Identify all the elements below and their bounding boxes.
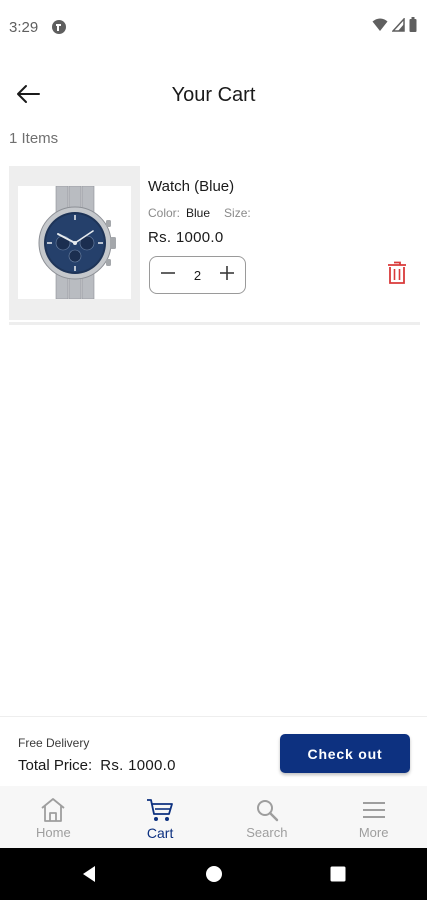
product-name: Watch (Blue) <box>148 178 235 195</box>
size-label: Size: <box>224 206 251 220</box>
product-price: Rs. 1000.0 <box>148 229 224 246</box>
system-home-button[interactable] <box>205 865 223 883</box>
system-navigation-bar <box>0 848 427 900</box>
cell-signal-icon <box>391 16 405 37</box>
nav-item-cart[interactable]: Cart <box>107 786 214 848</box>
quantity-value: 2 <box>193 267 202 283</box>
plus-icon <box>219 265 235 286</box>
circle-home-icon <box>205 866 223 887</box>
minus-icon <box>160 265 176 286</box>
checkout-button[interactable]: Check out <box>280 734 410 773</box>
color-label: Color: <box>148 206 181 220</box>
total-price: Total Price: Rs. 1000.0 <box>18 757 176 774</box>
items-count: 1 Items <box>9 130 59 147</box>
bottom-nav: Home Cart Search More <box>0 786 427 848</box>
divider <box>9 322 420 325</box>
system-recents-button[interactable] <box>329 865 347 883</box>
increase-quantity-button[interactable] <box>217 265 237 285</box>
system-back-button[interactable] <box>80 865 98 883</box>
delete-item-button[interactable] <box>385 261 409 290</box>
nav-item-search[interactable]: Search <box>214 786 321 848</box>
delivery-info: Free Delivery <box>18 736 90 750</box>
trash-icon <box>387 261 407 290</box>
status-bar: 3:29 <box>0 0 427 56</box>
product-image[interactable] <box>9 166 140 320</box>
status-icons <box>372 16 417 37</box>
home-icon <box>39 797 67 823</box>
total-price-label: Total Price: <box>18 757 93 774</box>
color-value: Blue <box>186 206 211 220</box>
status-time: 3:29 <box>9 19 39 36</box>
page-title: Your Cart <box>171 84 256 106</box>
checkout-bar: Free Delivery Total Price: Rs. 1000.0 Che… <box>0 716 427 786</box>
battery-icon <box>409 17 417 37</box>
watch-image <box>18 185 131 300</box>
total-price-value: Rs. 1000.0 <box>100 757 176 774</box>
cart-icon <box>146 797 174 823</box>
nav-label-search: Search <box>246 825 288 840</box>
app-header: Your Cart <box>0 70 427 122</box>
nav-label-cart: Cart <box>146 825 174 841</box>
triangle-back-icon <box>80 866 98 887</box>
nav-item-more[interactable]: More <box>320 786 427 848</box>
app-notification-icon <box>51 19 67 35</box>
wifi-icon <box>372 18 388 37</box>
menu-icon <box>360 797 388 823</box>
cart-item: Watch (Blue) Color: Blue Size: Rs. 1000.0 … <box>9 166 420 320</box>
nav-label-more: More <box>358 825 389 840</box>
quantity-stepper: 2 <box>149 256 246 294</box>
nav-label-home: Home <box>36 825 71 840</box>
search-icon <box>253 797 281 823</box>
decrease-quantity-button[interactable] <box>158 265 178 285</box>
nav-item-home[interactable]: Home <box>0 786 107 848</box>
product-attributes: Color: Blue Size: <box>148 206 251 220</box>
square-recents-icon <box>329 866 347 887</box>
